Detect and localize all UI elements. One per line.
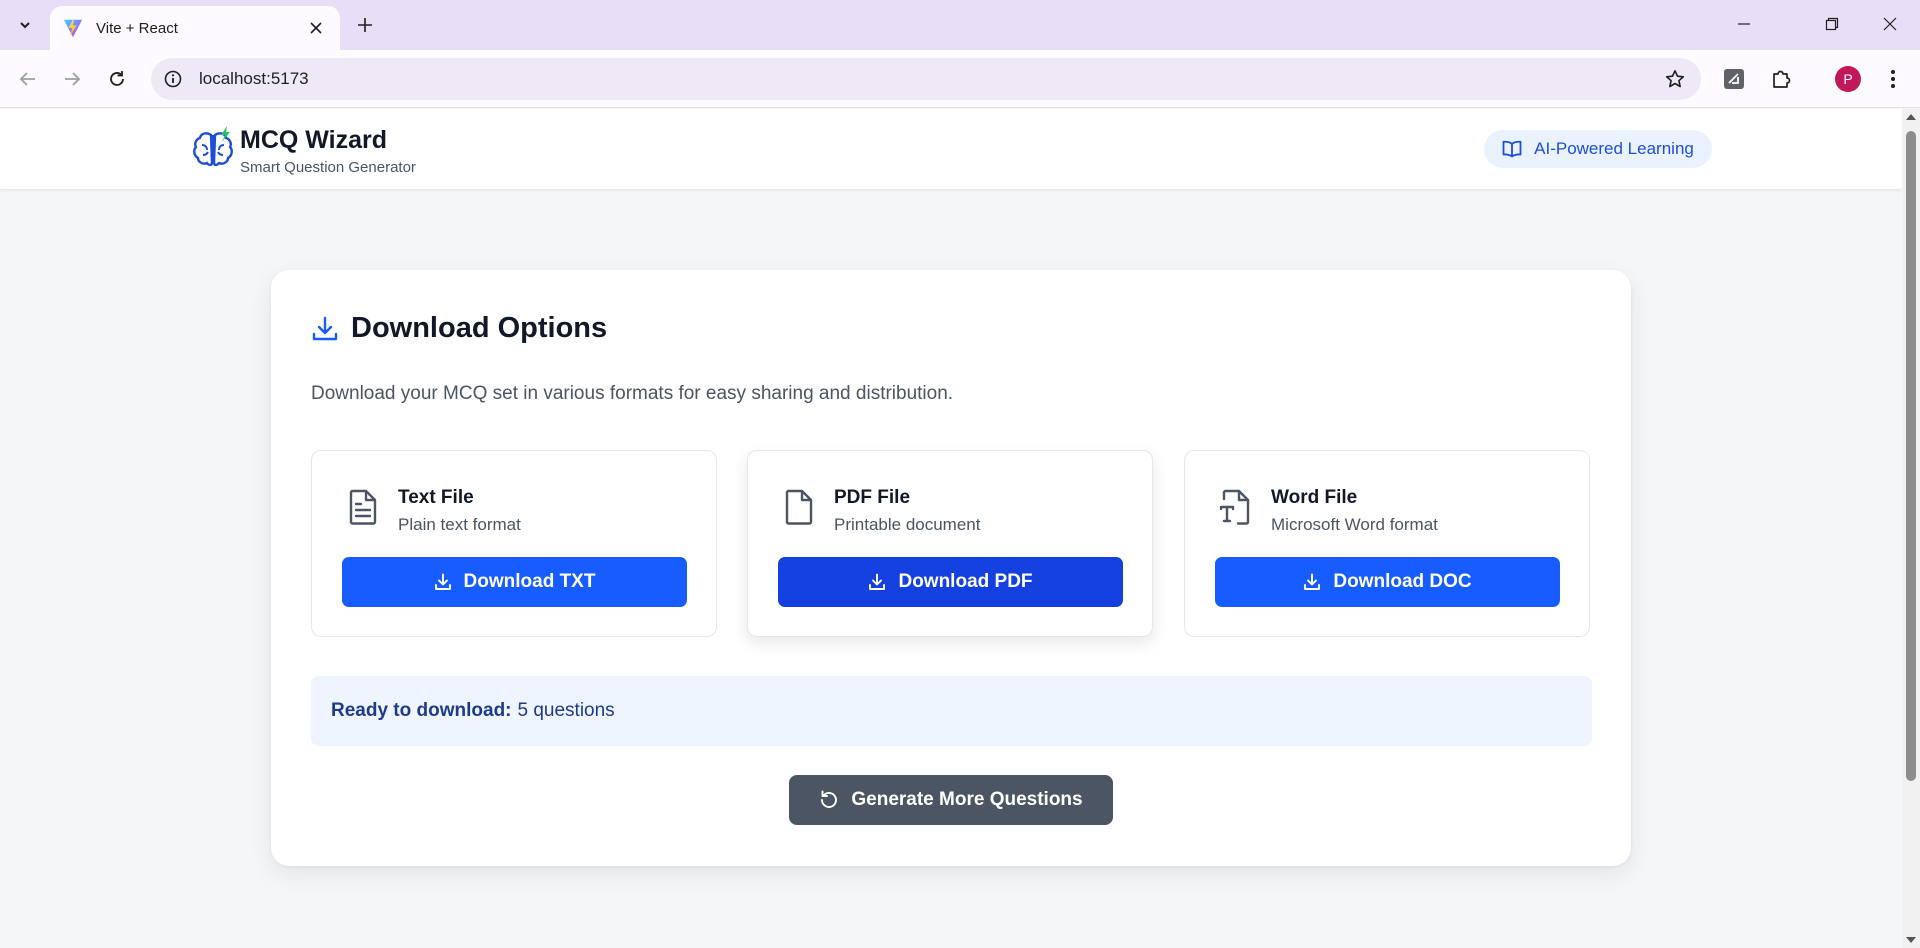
- option-word-file: Word File Microsoft Word format Download…: [1184, 450, 1590, 637]
- site-info-button[interactable]: [157, 63, 189, 95]
- vite-logo-icon: [63, 17, 83, 38]
- text-file-icon: [349, 489, 377, 525]
- scroll-up-arrow[interactable]: [1906, 114, 1916, 120]
- tab-search-button[interactable]: [10, 10, 40, 40]
- card-title: Download Options: [351, 312, 608, 344]
- forward-button[interactable]: [56, 63, 88, 95]
- restore-button[interactable]: [1804, 0, 1860, 48]
- puzzle-icon: [1773, 70, 1791, 88]
- tab-title: Vite + React: [96, 19, 178, 37]
- download-options-card: Download Options Download your MCQ set i…: [271, 270, 1631, 866]
- back-button[interactable]: [12, 63, 44, 95]
- star-icon: [1665, 70, 1685, 88]
- word-file-icon: [1219, 489, 1250, 525]
- restore-icon: [1825, 17, 1839, 31]
- download-pdf-button[interactable]: Download PDF: [778, 557, 1123, 607]
- page-scrollbar[interactable]: [1902, 109, 1920, 948]
- badge-label: AI-Powered Learning: [1534, 139, 1694, 158]
- option-description: Microsoft Word format: [1271, 515, 1438, 534]
- bookmark-button[interactable]: [1655, 59, 1695, 99]
- tab-close-button[interactable]: [304, 16, 328, 40]
- download-icon: [869, 573, 886, 590]
- ready-label: Ready to download:: [331, 700, 512, 721]
- extension-button[interactable]: [1718, 63, 1750, 95]
- button-label: Generate More Questions: [851, 789, 1083, 810]
- scrollbar-thumb[interactable]: [1906, 131, 1916, 781]
- extensions-menu-button[interactable]: [1765, 63, 1797, 95]
- reload-icon: [110, 71, 124, 86]
- url-text: localhost:5173: [199, 69, 309, 88]
- app-subtitle: Smart Question Generator: [240, 159, 416, 176]
- extension-app-icon: [1724, 69, 1744, 89]
- browser-tab[interactable]: Vite + React: [50, 6, 340, 50]
- download-icon: [434, 573, 451, 590]
- profile-avatar[interactable]: P: [1835, 66, 1861, 92]
- download-txt-button[interactable]: Download TXT: [342, 557, 687, 607]
- generate-more-button[interactable]: Generate More Questions: [789, 775, 1113, 825]
- info-icon: [164, 70, 182, 88]
- download-icon: [1304, 573, 1321, 590]
- new-tab-button[interactable]: [351, 11, 379, 39]
- rotate-ccw-icon: [821, 790, 838, 808]
- close-icon: [1883, 17, 1897, 31]
- ai-powered-badge: AI-Powered Learning: [1484, 130, 1712, 168]
- question-count: 5 questions: [517, 700, 615, 721]
- option-text-file: Text File Plain text format Download TXT: [311, 450, 717, 637]
- reload-button[interactable]: [101, 63, 133, 95]
- minimize-button[interactable]: [1716, 0, 1772, 48]
- arrow-left-icon: [19, 72, 35, 86]
- minimize-icon: [1738, 23, 1750, 25]
- card-heading: Download Options: [311, 312, 607, 345]
- button-label: Download TXT: [463, 571, 596, 592]
- more-vertical-icon: [1891, 70, 1895, 88]
- browser-tab-bar: Vite + React: [0, 0, 1920, 50]
- option-name: PDF File: [834, 487, 911, 508]
- app-header: MCQ Wizard Smart Question Generator AI-P…: [0, 109, 1902, 190]
- card-description: Download your MCQ set in various formats…: [311, 383, 954, 404]
- close-window-button[interactable]: [1862, 0, 1918, 48]
- browser-menu-button[interactable]: [1877, 63, 1909, 95]
- button-label: Download DOC: [1333, 571, 1472, 592]
- file-icon: [785, 489, 813, 525]
- close-icon: [310, 22, 322, 34]
- option-description: Plain text format: [398, 515, 521, 534]
- button-label: Download PDF: [898, 571, 1033, 592]
- address-bar[interactable]: localhost:5173: [151, 58, 1701, 100]
- browser-toolbar: localhost:5173: [0, 50, 1920, 108]
- plus-icon: [358, 18, 372, 32]
- option-name: Word File: [1271, 487, 1358, 508]
- option-description: Printable document: [834, 515, 981, 534]
- download-icon: [312, 316, 338, 340]
- app-title: MCQ Wizard: [240, 126, 387, 154]
- download-doc-button[interactable]: Download DOC: [1215, 557, 1560, 607]
- option-name: Text File: [398, 487, 474, 508]
- ready-status-banner: Ready to download: 5 questions: [311, 676, 1592, 746]
- page-viewport: MCQ Wizard Smart Question Generator AI-P…: [0, 109, 1902, 948]
- book-open-icon: [1502, 140, 1522, 158]
- arrow-right-icon: [65, 72, 81, 86]
- brain-icon: [193, 126, 233, 167]
- option-pdf-file: PDF File Printable document Download PDF: [747, 450, 1153, 637]
- scroll-down-arrow[interactable]: [1906, 937, 1916, 943]
- chevron-down-icon: [20, 22, 30, 29]
